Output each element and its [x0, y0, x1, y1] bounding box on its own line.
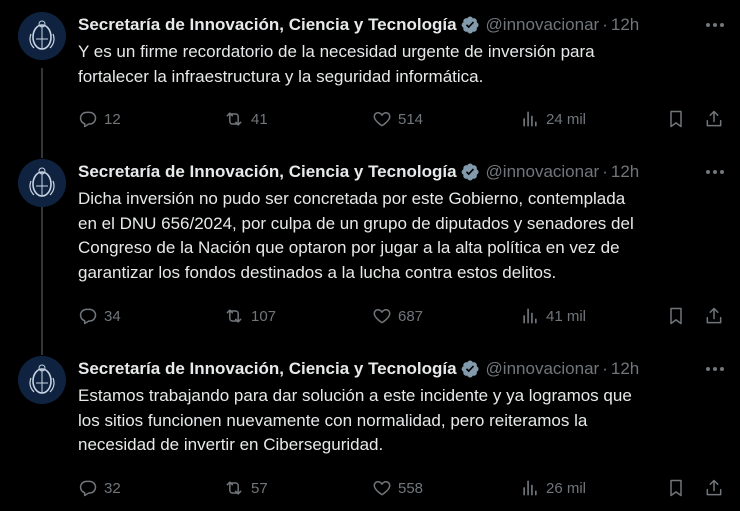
share-icon — [706, 307, 722, 324]
tweet-header: Secretaría de Innovación, Ciencia y Tecn… — [78, 161, 728, 183]
verified-badge-icon — [461, 163, 479, 181]
author-name[interactable]: Secretaría de Innovación, Ciencia y Tecn… — [78, 358, 457, 380]
reply-button[interactable]: 32 — [78, 476, 121, 500]
coat-of-arms-logo — [18, 356, 66, 404]
views-count: 26 mil — [546, 479, 587, 497]
author-name[interactable]: Secretaría de Innovación, Ciencia y Tecn… — [78, 14, 457, 36]
author-handle[interactable]: @innovacionar — [486, 358, 600, 380]
timestamp[interactable]: 12h — [611, 358, 639, 380]
reply-button[interactable]: 12 — [78, 107, 121, 131]
like-button[interactable]: 558 — [372, 476, 423, 500]
share-icon — [706, 479, 722, 496]
verified-badge-icon — [461, 360, 479, 378]
like-icon — [373, 309, 391, 324]
views-icon — [523, 308, 537, 324]
like-button[interactable]: 687 — [372, 304, 423, 328]
like-count: 514 — [398, 110, 424, 128]
coat-of-arms-logo — [18, 159, 66, 207]
repost-button[interactable]: 107 — [223, 304, 276, 328]
reply-count: 34 — [104, 307, 121, 325]
like-icon — [373, 112, 391, 127]
bookmark-icon — [670, 307, 682, 325]
repost-icon — [226, 112, 242, 126]
views-button[interactable]: 41 mil — [520, 304, 586, 328]
more-options-icon[interactable] — [702, 14, 728, 36]
tweet-header: Secretaría de Innovación, Ciencia y Tecn… — [78, 14, 728, 36]
reply-icon — [79, 111, 97, 128]
reply-count: 12 — [104, 110, 121, 128]
like-count: 687 — [398, 307, 424, 325]
tweet-text: Estamos trabajando para dar solución a e… — [78, 386, 632, 454]
author-handle[interactable]: @innovacionar — [486, 161, 600, 183]
like-count: 558 — [398, 479, 424, 497]
tweet-text: Y es un firme recordatorio de la necesid… — [78, 42, 595, 86]
repost-count: 57 — [251, 479, 268, 497]
share-icon — [706, 110, 722, 127]
reply-button[interactable]: 34 — [78, 304, 121, 328]
views-button[interactable]: 26 mil — [520, 476, 586, 500]
author-handle[interactable]: @innovacionar — [486, 14, 600, 36]
author-name[interactable]: Secretaría de Innovación, Ciencia y Tecn… — [78, 161, 457, 183]
bookmark-icon — [670, 479, 682, 497]
views-count: 24 mil — [546, 110, 587, 128]
share-button[interactable] — [704, 476, 724, 500]
bookmark-button[interactable] — [666, 107, 686, 131]
tweet-header: Secretaría de Innovación, Ciencia y Tecn… — [78, 358, 728, 380]
tweet[interactable]: Secretaría de Innovación, Ciencia y Tecn… — [0, 0, 740, 154]
share-button[interactable] — [704, 304, 724, 328]
tweet[interactable]: Secretaría de Innovación, Ciencia y Tecn… — [0, 344, 740, 511]
views-icon — [523, 111, 537, 127]
views-button[interactable]: 24 mil — [520, 107, 586, 131]
tweet[interactable]: Secretaría de Innovación, Ciencia y Tecn… — [0, 147, 740, 351]
like-button[interactable]: 514 — [372, 107, 423, 131]
repost-button[interactable]: 57 — [223, 476, 268, 500]
bookmark-button[interactable] — [666, 476, 686, 500]
verified-badge-icon — [461, 16, 479, 34]
views-icon — [523, 480, 537, 496]
timestamp[interactable]: 12h — [611, 14, 639, 36]
tweet-actions: 12 41 514 24 mil — [78, 107, 728, 131]
reply-count: 32 — [104, 479, 121, 497]
avatar[interactable] — [18, 356, 66, 404]
like-icon — [373, 481, 391, 496]
reply-icon — [79, 308, 97, 325]
separator-dot: · — [602, 359, 608, 378]
repost-count: 107 — [251, 307, 277, 325]
bookmark-button[interactable] — [666, 304, 686, 328]
views-count: 41 mil — [546, 307, 587, 325]
timestamp[interactable]: 12h — [611, 161, 639, 183]
tweet-text: Dicha inversión no pudo ser concretada p… — [78, 189, 634, 282]
avatar[interactable] — [18, 159, 66, 207]
tweet-actions: 32 57 558 26 mil — [78, 476, 728, 500]
reply-icon — [79, 480, 97, 497]
share-button[interactable] — [704, 107, 724, 131]
bookmark-icon — [670, 110, 682, 128]
avatar[interactable] — [18, 12, 66, 60]
separator-dot: · — [602, 162, 608, 181]
repost-icon — [226, 309, 242, 323]
repost-count: 41 — [251, 110, 268, 128]
coat-of-arms-logo — [18, 12, 66, 60]
repost-icon — [226, 481, 242, 495]
tweet-actions: 34 107 687 41 mil — [78, 304, 728, 328]
repost-button[interactable]: 41 — [223, 107, 268, 131]
more-options-icon[interactable] — [702, 161, 728, 183]
separator-dot: · — [602, 15, 608, 34]
more-options-icon[interactable] — [702, 358, 728, 380]
